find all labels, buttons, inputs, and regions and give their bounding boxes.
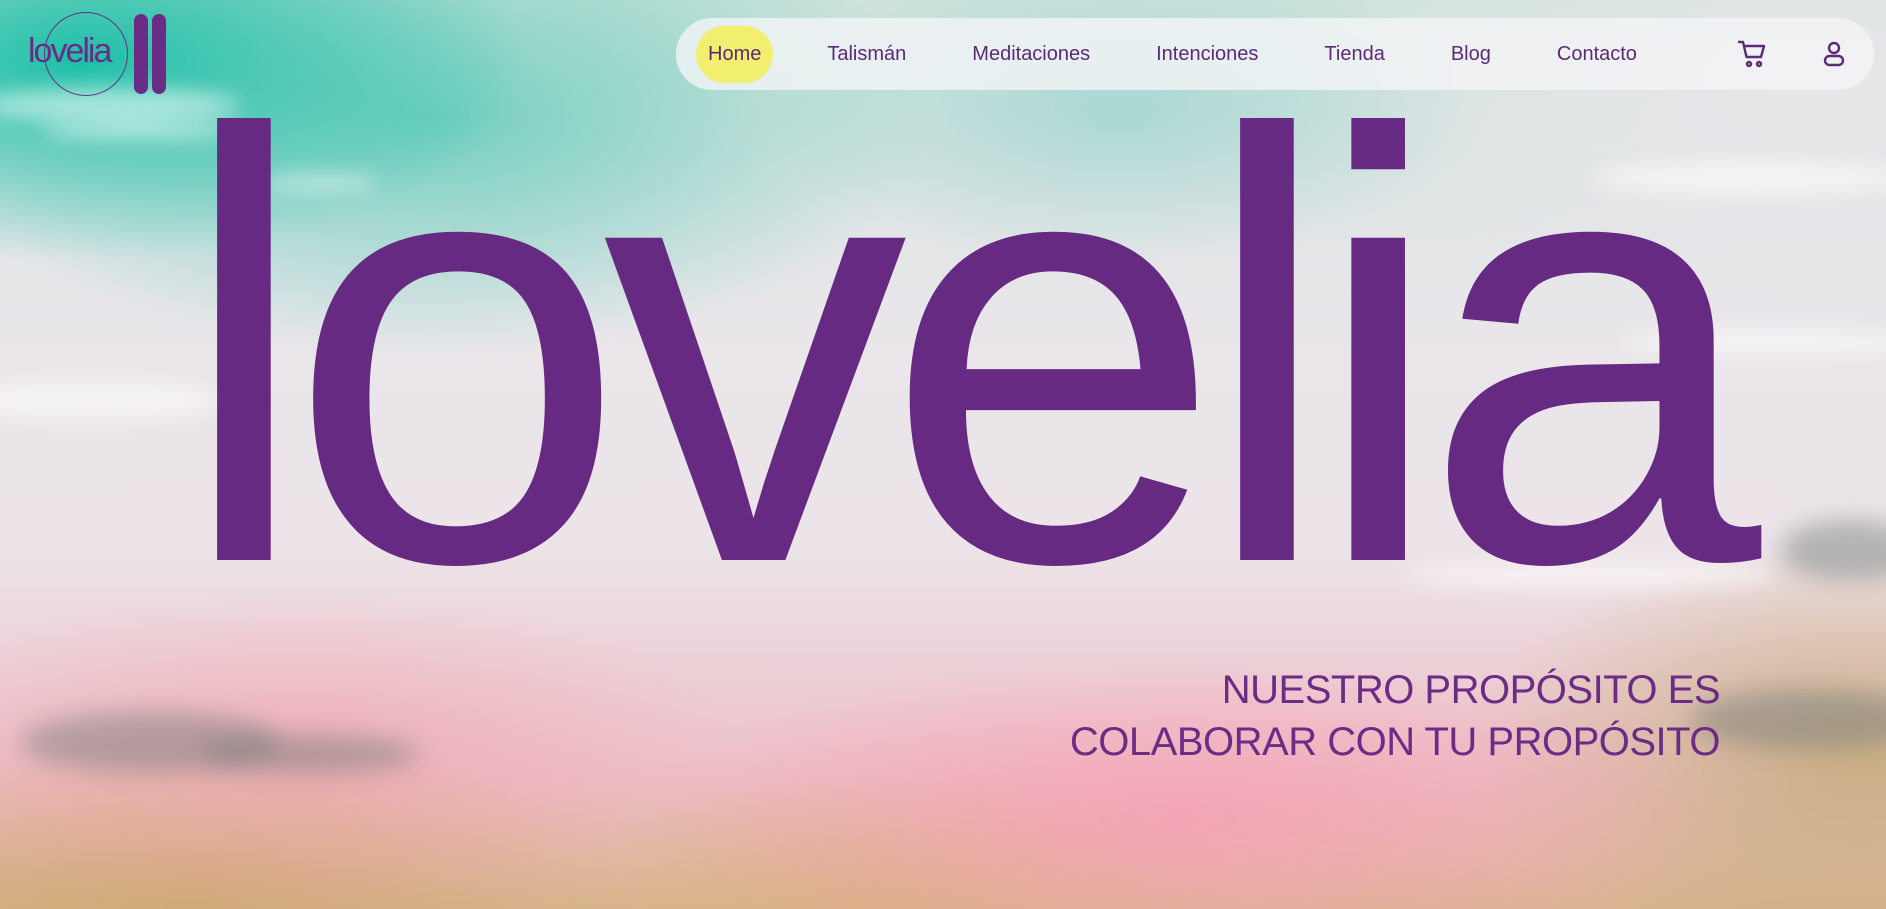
- hero-wordmark: lovelia: [176, 9, 1761, 690]
- logo-oval-left: [134, 14, 148, 94]
- tagline: NUESTRO PROPÓSITO ES COLABORAR CON TU PR…: [1069, 664, 1721, 768]
- cloud-dark: [200, 735, 420, 773]
- logo-oval-right: [152, 14, 166, 94]
- logo-wordmark: lovelia: [28, 32, 112, 70]
- tagline-line-2: COLABORAR CON TU PROPÓSITO: [1069, 720, 1721, 764]
- user-icon[interactable]: [1818, 38, 1850, 70]
- site-logo[interactable]: lovelia: [28, 10, 176, 100]
- cart-icon[interactable]: [1737, 38, 1769, 70]
- tagline-line-1: NUESTRO PROPÓSITO ES: [1221, 668, 1721, 712]
